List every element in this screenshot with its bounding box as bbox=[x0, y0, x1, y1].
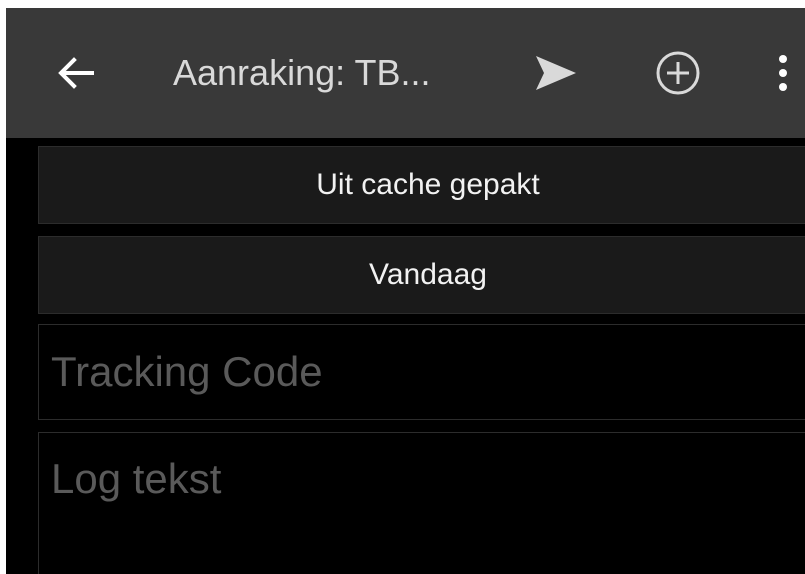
arrow-left-icon bbox=[58, 57, 94, 89]
send-icon bbox=[536, 56, 576, 90]
add-button[interactable] bbox=[638, 8, 718, 138]
tracking-code-input[interactable]: Tracking Code bbox=[38, 324, 805, 420]
back-button[interactable] bbox=[36, 8, 116, 138]
log-type-button[interactable]: Uit cache gepakt bbox=[38, 146, 805, 224]
more-options-button[interactable] bbox=[756, 8, 805, 138]
screen: Aanraking: TB... Uit cache gepakt Vandaa… bbox=[6, 8, 805, 574]
log-text-input[interactable]: Log tekst bbox=[38, 432, 805, 574]
add-circle-icon bbox=[656, 51, 700, 95]
send-button[interactable] bbox=[516, 8, 596, 138]
page-title: Aanraking: TB... bbox=[173, 52, 431, 93]
more-vert-icon bbox=[779, 55, 787, 91]
date-button[interactable]: Vandaag bbox=[38, 236, 805, 314]
toolbar: Aanraking: TB... bbox=[6, 8, 805, 138]
